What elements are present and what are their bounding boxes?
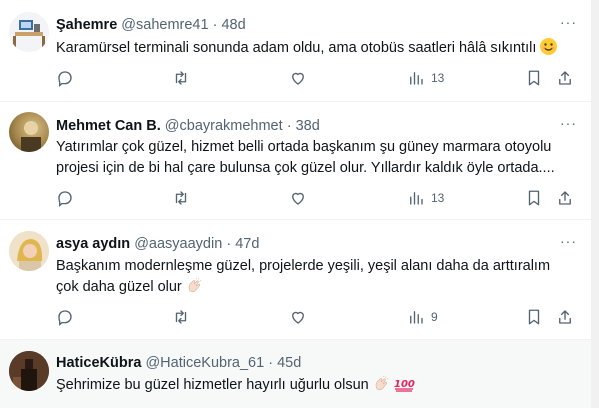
author-handle[interactable]: @sahemre41 <box>121 17 208 33</box>
more-options-icon[interactable]: ··· <box>560 115 577 131</box>
timestamp[interactable]: 48d <box>221 17 245 33</box>
share-icon <box>559 191 571 205</box>
views-button[interactable]: 13 <box>407 69 444 87</box>
author-name[interactable]: Şahemre <box>56 17 117 33</box>
scrollbar[interactable] <box>591 0 599 408</box>
tweet-text-content: Şehrimize bu güzel hizmetler hayırlı uğu… <box>56 377 369 393</box>
heart-icon <box>292 311 304 324</box>
like-button[interactable] <box>289 308 307 326</box>
author-name[interactable]: HaticeKübra <box>56 355 141 371</box>
bookmark-icon <box>528 309 540 325</box>
views-chart-icon <box>410 72 423 85</box>
views-button[interactable]: 9 <box>407 308 438 326</box>
reply-button[interactable] <box>56 189 74 207</box>
share-icon <box>559 310 571 324</box>
avatar[interactable] <box>9 12 49 52</box>
tweet-text: Yatırımlar çok güzel, hizmet belli ortad… <box>56 137 576 179</box>
more-options-icon[interactable]: ··· <box>560 233 577 249</box>
avatar-photo-icon <box>21 121 41 152</box>
author-handle[interactable]: @HaticeKubra_61 <box>145 355 264 371</box>
tweet[interactable]: Mehmet Can B. @cbayrakmehmet · 38d ··· Y… <box>0 102 591 220</box>
tweet-text: Başkanım modernleşme güzel, projelerde y… <box>56 256 576 298</box>
retweet-button[interactable] <box>172 308 190 326</box>
tweet-text-line: projesi için de bi hal çare bulunsa çok … <box>56 160 555 176</box>
tweet-text-line: çok daha güzel olur <box>56 279 182 295</box>
share-button[interactable] <box>556 308 574 326</box>
separator-dot: · <box>286 118 292 134</box>
views-chart-icon <box>410 311 423 324</box>
bookmark-icon <box>528 190 540 206</box>
tweet-text: Karamürsel terminali sonunda adam oldu, … <box>56 38 576 59</box>
author-name[interactable]: asya aydın <box>56 236 130 252</box>
avatar-computer-icon <box>9 12 49 52</box>
views-count: 13 <box>431 71 445 85</box>
reply-icon <box>58 310 72 326</box>
smiling-face-icon <box>540 38 558 55</box>
heart-icon <box>292 72 304 85</box>
bookmark-icon <box>528 70 540 86</box>
avatar[interactable] <box>9 112 49 152</box>
clapping-hands-icon <box>188 278 202 293</box>
avatar-photo-icon <box>9 351 49 391</box>
retweet-button[interactable] <box>172 189 190 207</box>
like-button[interactable] <box>289 189 307 207</box>
author-handle[interactable]: @cbayrakmehmet <box>165 118 283 134</box>
timestamp[interactable]: 38d <box>296 118 320 134</box>
author-handle[interactable]: @aasyaaydin <box>134 236 222 252</box>
tweet-text-content: Karamürsel terminali sonunda adam oldu, … <box>56 40 537 56</box>
tweet-text: Şehrimize bu güzel hizmetler hayırlı uğu… <box>56 375 576 396</box>
views-count: 9 <box>431 310 438 324</box>
bookmark-button[interactable] <box>525 308 543 326</box>
tweet-text-line: Başkanım modernleşme güzel, projelerde y… <box>56 258 551 274</box>
avatar[interactable] <box>9 351 49 391</box>
separator-dot: · <box>268 355 274 371</box>
avatar[interactable] <box>9 231 49 271</box>
tweet-text-line: Yatırımlar çok güzel, hizmet belli ortad… <box>56 139 552 155</box>
reply-button[interactable] <box>56 308 74 326</box>
tweet[interactable]: asya aydın @aasyaaydin · 47d ··· Başkanı… <box>0 220 591 340</box>
bookmark-button[interactable] <box>525 189 543 207</box>
timestamp[interactable]: 47d <box>235 236 259 252</box>
hundred-points-icon: 100 <box>394 379 415 392</box>
avatar-photo-icon <box>9 231 49 271</box>
views-chart-icon <box>410 192 423 205</box>
like-button[interactable] <box>289 69 307 87</box>
timestamp[interactable]: 45d <box>277 355 301 371</box>
separator-dot: · <box>212 17 218 33</box>
reply-feed: Şahemre @sahemre41 · 48d ··· Karamürsel … <box>0 0 599 408</box>
clapping-hands-icon <box>375 376 389 391</box>
reply-button[interactable] <box>56 69 74 87</box>
tweet[interactable]: Şahemre @sahemre41 · 48d ··· Karamürsel … <box>0 0 591 102</box>
separator-dot: · <box>226 236 232 252</box>
bookmark-button[interactable] <box>525 69 543 87</box>
views-button[interactable]: 13 <box>407 189 444 207</box>
views-count: 13 <box>431 191 445 205</box>
tweet[interactable]: HaticeKübra @HaticeKubra_61 · 45d Şehrim… <box>0 340 591 408</box>
share-button[interactable] <box>556 69 574 87</box>
retweet-button[interactable] <box>172 69 190 87</box>
more-options-icon[interactable]: ··· <box>560 14 577 30</box>
author-name[interactable]: Mehmet Can B. <box>56 118 161 134</box>
retweet-icon <box>175 191 187 205</box>
share-icon <box>559 71 571 85</box>
reply-icon <box>58 191 72 207</box>
retweet-icon <box>175 71 187 85</box>
heart-icon <box>292 192 304 205</box>
share-button[interactable] <box>556 189 574 207</box>
svg-text:100: 100 <box>394 379 415 390</box>
reply-icon <box>58 71 72 87</box>
retweet-icon <box>175 310 187 324</box>
